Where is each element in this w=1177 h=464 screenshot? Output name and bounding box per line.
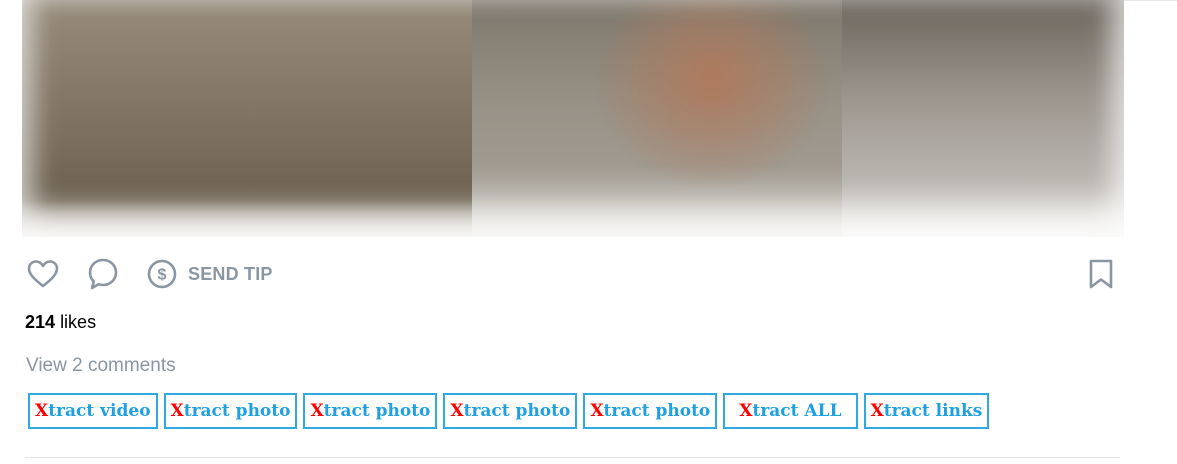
post-media-image[interactable] bbox=[22, 0, 1124, 237]
xtract-prefix: X bbox=[35, 401, 49, 421]
xtract-prefix: X bbox=[870, 401, 884, 421]
xtract-prefix: X bbox=[450, 401, 464, 421]
comment-bubble-icon bbox=[88, 258, 118, 290]
comment-button[interactable] bbox=[86, 256, 120, 292]
heart-icon bbox=[27, 260, 59, 288]
likes-number: 214 bbox=[25, 312, 56, 332]
svg-text:$: $ bbox=[158, 267, 167, 284]
view-comments-link[interactable]: View 2 comments bbox=[26, 355, 176, 377]
xtract-label: tract photo bbox=[183, 401, 291, 421]
xtract-label: tract links bbox=[883, 401, 983, 421]
xtract-label: tract ALL bbox=[752, 401, 842, 421]
xtract-prefix: X bbox=[310, 401, 324, 421]
xtract-label: tract photo bbox=[463, 401, 571, 421]
post-actions-bar: $ SEND TIP bbox=[26, 256, 1120, 292]
like-button[interactable] bbox=[26, 256, 60, 292]
top-divider bbox=[1124, 0, 1177, 1]
xtract-label: tract video bbox=[48, 401, 151, 421]
xtract-photo-button[interactable]: Xtract photo bbox=[163, 393, 298, 429]
xtract-label: tract photo bbox=[323, 401, 431, 421]
xtract-video-button[interactable]: Xtract video bbox=[28, 393, 158, 429]
xtract-all-button[interactable]: Xtract ALL bbox=[723, 393, 858, 429]
xtract-photo-button[interactable]: Xtract photo bbox=[583, 393, 718, 429]
bookmark-icon bbox=[1089, 259, 1113, 289]
dollar-circle-icon: $ bbox=[147, 259, 177, 289]
xtract-prefix: X bbox=[739, 401, 753, 421]
xtract-prefix: X bbox=[170, 401, 184, 421]
xtract-label: tract photo bbox=[603, 401, 711, 421]
xtract-prefix: X bbox=[590, 401, 604, 421]
send-tip-button[interactable]: $ SEND TIP bbox=[146, 256, 273, 292]
xtract-photo-button[interactable]: Xtract photo bbox=[443, 393, 578, 429]
xtract-photo-button[interactable]: Xtract photo bbox=[303, 393, 438, 429]
post-divider bbox=[25, 457, 1120, 458]
xtract-links-button[interactable]: Xtract links bbox=[863, 393, 990, 429]
send-tip-label: SEND TIP bbox=[188, 263, 273, 284]
likes-label: likes bbox=[60, 312, 97, 332]
xtract-toolbar: Xtract video Xtract photo Xtract photo X… bbox=[28, 393, 995, 433]
media-vignette bbox=[22, 0, 1124, 237]
likes-count: 214 likes bbox=[25, 312, 96, 333]
bookmark-button[interactable] bbox=[1084, 256, 1118, 292]
